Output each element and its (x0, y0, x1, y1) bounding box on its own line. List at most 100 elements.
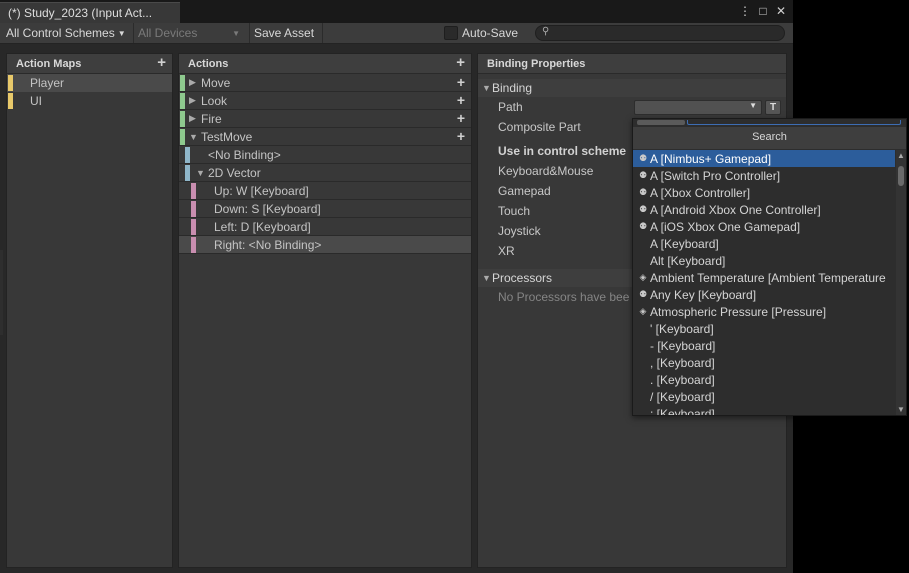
composite-part-label: Down: S [Keyboard] (214, 201, 321, 216)
popup-scrollbar[interactable]: ▲ ▼ (896, 150, 906, 415)
background-edge (0, 250, 3, 335)
expand-arrow-icon[interactable]: ▶ (189, 113, 199, 124)
binding-properties-header: Binding Properties (478, 54, 786, 74)
binding-item-no-binding[interactable]: <No Binding> (179, 146, 471, 164)
auto-save-label: Auto-Save (462, 26, 519, 40)
list-item[interactable]: Alt [Keyboard] (633, 252, 895, 269)
text-mode-button[interactable]: T (765, 100, 781, 115)
collapse-arrow-icon[interactable]: ▼ (196, 168, 206, 178)
popup-search-field[interactable] (635, 120, 905, 126)
binding-label: <No Binding> (208, 147, 281, 162)
action-item-look[interactable]: ▶ Look + (179, 92, 471, 110)
list-item[interactable]: / [Keyboard] (633, 388, 895, 405)
list-item[interactable]: - [Keyboard] (633, 337, 895, 354)
composite-part-down[interactable]: Down: S [Keyboard] (179, 200, 471, 218)
actions-pane: Actions + ▶ Move + ▶ Look + ▶ Fire + ▼ T… (178, 53, 472, 568)
list-item[interactable]: ⚉ A [Xbox Controller] (633, 184, 895, 201)
list-item[interactable]: . [Keyboard] (633, 371, 895, 388)
list-item-label: - [Keyboard] (650, 338, 716, 353)
add-binding-icon[interactable]: + (457, 110, 465, 126)
list-item[interactable]: ; [Keyboard] (633, 405, 895, 416)
list-item[interactable]: ⚉ A [Nimbus+ Gamepad] (633, 150, 895, 167)
window-controls: ⋮ □ ✕ (738, 3, 788, 19)
composite-color-bar (191, 183, 196, 199)
list-item-label: . [Keyboard] (650, 372, 715, 387)
binding-color-bar (185, 165, 190, 181)
list-item[interactable]: A [Keyboard] (633, 235, 895, 252)
collapse-arrow-icon[interactable]: ▼ (189, 132, 199, 142)
list-item[interactable]: ⚉ A [Android Xbox One Controller] (633, 201, 895, 218)
control-schemes-dropdown[interactable]: All Control Schemes ▼ (6, 23, 126, 43)
list-item[interactable]: ◈ Atmospheric Pressure [Pressure] (633, 303, 895, 320)
close-icon[interactable]: ✕ (774, 3, 788, 19)
expand-arrow-icon[interactable]: ▶ (189, 77, 199, 88)
list-item[interactable]: , [Keyboard] (633, 354, 895, 371)
add-binding-icon[interactable]: + (457, 128, 465, 144)
binding-section-header[interactable]: ▼ Binding (478, 79, 786, 97)
composite-part-right[interactable]: Right: <No Binding> (179, 236, 471, 254)
window-tab[interactable]: (*) Study_2023 (Input Act... (0, 2, 180, 23)
action-item-fire[interactable]: ▶ Fire + (179, 110, 471, 128)
action-label: Fire (201, 111, 222, 126)
popup-back-button[interactable] (637, 120, 685, 125)
list-item-label: Ambient Temperature [Ambient Temperature (650, 270, 886, 285)
toolbar-divider (249, 23, 250, 43)
list-item-label: Any Key [Keyboard] (650, 287, 757, 302)
devices-dropdown[interactable]: All Devices ▼ (138, 23, 244, 43)
action-map-item-ui[interactable]: UI (7, 92, 172, 110)
add-action-icon[interactable]: + (456, 54, 465, 71)
processors-section-label: Processors (492, 271, 553, 285)
list-item[interactable]: ⚉ Any Key [Keyboard] (633, 286, 895, 303)
add-action-map-icon[interactable]: + (157, 54, 166, 71)
list-item-label: A [Keyboard] (650, 236, 719, 251)
search-input[interactable]: ⚲ (535, 25, 785, 41)
list-item-label: , [Keyboard] (650, 355, 715, 370)
path-dropdown[interactable]: ▼ (634, 100, 762, 115)
add-binding-icon[interactable]: + (457, 74, 465, 90)
scroll-down-icon[interactable]: ▼ (897, 405, 905, 414)
chevron-down-icon: ▼ (117, 28, 126, 38)
auto-save-checkbox[interactable] (444, 26, 458, 40)
list-item-label: ' [Keyboard] (650, 321, 714, 336)
toolbar: All Control Schemes ▼ All Devices ▼ Save A… (0, 23, 793, 44)
chevron-down-icon: ▼ (232, 28, 240, 38)
maximize-icon[interactable]: □ (756, 3, 770, 19)
list-item-label: A [iOS Xbox One Gamepad] (650, 219, 801, 234)
list-item[interactable]: ⚉ A [Switch Pro Controller] (633, 167, 895, 184)
popup-results-list: ⚉ A [Nimbus+ Gamepad] ⚉ A [Switch Pro Cont… (633, 150, 895, 415)
scrollbar-thumb[interactable] (898, 166, 904, 186)
expand-arrow-icon[interactable]: ▶ (189, 95, 199, 106)
list-item-label: A [Switch Pro Controller] (650, 168, 781, 183)
list-item-label: A [Android Xbox One Controller] (650, 202, 821, 217)
composite-part-up[interactable]: Up: W [Keyboard] (179, 182, 471, 200)
add-binding-icon[interactable]: + (457, 92, 465, 108)
list-item-label: / [Keyboard] (650, 389, 715, 404)
action-maps-title: Action Maps (16, 58, 82, 70)
list-item[interactable]: ' [Keyboard] (633, 320, 895, 337)
action-map-item-player[interactable]: Player (7, 74, 172, 92)
composite-part-left[interactable]: Left: D [Keyboard] (179, 218, 471, 236)
action-color-bar (180, 75, 185, 91)
save-asset-button[interactable]: Save Asset (254, 23, 314, 43)
action-label: TestMove (201, 129, 253, 144)
more-menu-icon[interactable]: ⋮ (738, 3, 752, 19)
sensor-icon: ◈ (639, 272, 647, 282)
list-item[interactable]: ⚉ A [iOS Xbox One Gamepad] (633, 218, 895, 235)
action-item-testmove[interactable]: ▼ TestMove + (179, 128, 471, 146)
actions-header: Actions + (179, 54, 471, 74)
list-item[interactable]: ◈ Ambient Temperature [Ambient Temperatur… (633, 269, 895, 286)
auto-save-toggle[interactable]: Auto-Save (444, 23, 518, 43)
action-item-move[interactable]: ▶ Move + (179, 74, 471, 92)
binding-label: 2D Vector (208, 165, 261, 180)
binding-item-2d-vector[interactable]: ▼ 2D Vector (179, 164, 471, 182)
action-map-color-bar (8, 75, 13, 91)
binding-color-bar (185, 147, 190, 163)
devices-label: All Devices (138, 26, 198, 40)
action-color-bar (180, 93, 185, 109)
popup-search-input[interactable] (687, 120, 901, 125)
composite-color-bar (191, 201, 196, 217)
collapse-arrow-icon: ▼ (482, 83, 491, 93)
binding-section-label: Binding (492, 81, 533, 95)
list-item-label: Alt [Keyboard] (650, 253, 726, 268)
scroll-up-icon[interactable]: ▲ (897, 151, 905, 160)
